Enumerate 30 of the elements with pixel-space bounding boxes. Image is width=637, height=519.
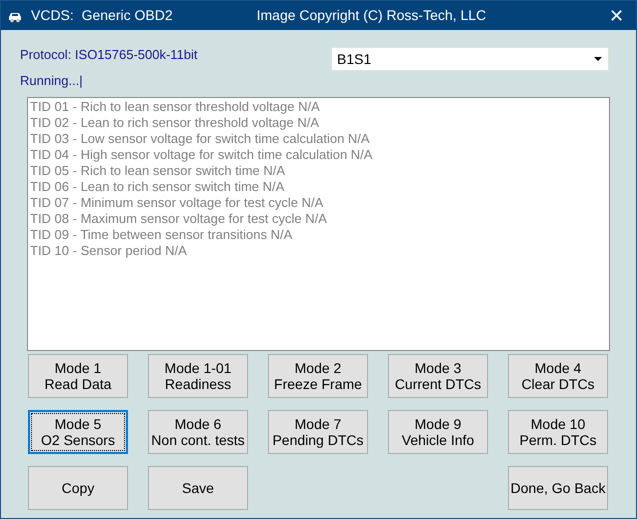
mode-button[interactable]: Mode 2 Freeze Frame (268, 354, 368, 398)
window-subtitle: Image Copyright (C) Ross-Tech, LLC (256, 6, 486, 25)
result-line: TID 03 - Low sensor voltage for switch time calculation N/A (30, 131, 371, 147)
protocol-label: Protocol: ISO15765-500k-11bit (20, 46, 199, 64)
mode-button[interactable]: Mode 5 O2 Sensors (28, 410, 128, 454)
result-line: TID 09 - Time between sensor transitions N/A (30, 227, 294, 243)
close-button[interactable]: ✕ (609, 6, 624, 24)
mode-button[interactable]: Mode 7 Pending DTCs (268, 410, 368, 454)
dropdown-caret-icon (594, 57, 602, 61)
action-button[interactable]: Copy (28, 466, 128, 510)
action-button[interactable]: Save (148, 466, 248, 510)
result-line: TID 10 - Sensor period N/A (30, 243, 188, 259)
status-label: Running...| (20, 72, 84, 90)
action-button[interactable]: Done, Go Back (508, 466, 608, 510)
mode-button[interactable]: Mode 3 Current DTCs (388, 354, 488, 398)
window-title: VCDS: Generic OBD2 (31, 6, 173, 25)
result-line: TID 02 - Lean to rich sensor threshold voltage N/A (30, 115, 320, 131)
result-line: TID 08 - Maximum sensor voltage for test cycle N/A (30, 211, 328, 227)
result-line: TID 05 - Rich to lean sensor switch time N/A (30, 163, 286, 179)
result-line: TID 06 - Lean to rich sensor switch time N/A (30, 179, 286, 195)
mode-button[interactable]: Mode 1-01 Readiness (148, 354, 248, 398)
sensor-dropdown[interactable]: B1S1 (331, 47, 609, 71)
mode-button[interactable]: Mode 9 Vehicle Info (388, 410, 488, 454)
mode-button[interactable]: Mode 4 Clear DTCs (508, 354, 608, 398)
result-line: TID 07 - Minimum sensor voltage for test cycle N/A (30, 195, 324, 211)
result-line: TID 04 - High sensor voltage for switch time calculation N/A (30, 147, 374, 163)
mode-button[interactable]: Mode 10 Perm. DTCs (508, 410, 608, 454)
mode-button[interactable]: Mode 6 Non cont. tests (148, 410, 248, 454)
result-line: TID 01 - Rich to lean sensor threshold voltage N/A (30, 99, 321, 115)
mode-button[interactable]: Mode 1 Read Data (28, 354, 128, 398)
